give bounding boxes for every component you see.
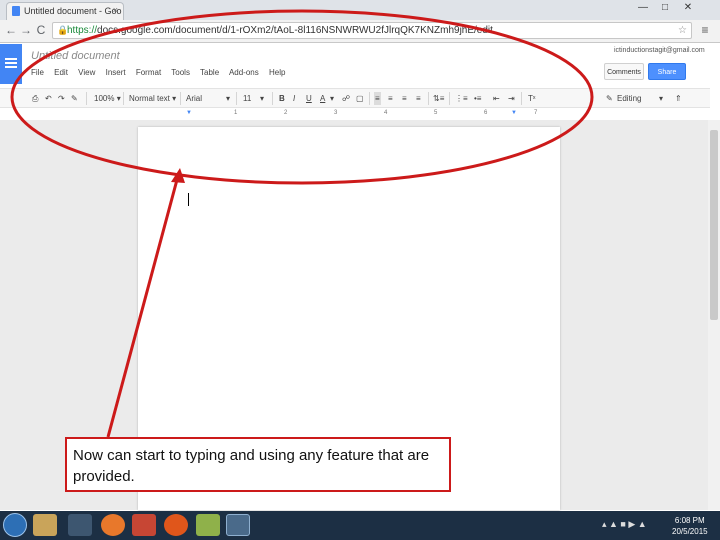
taskbar-clock[interactable]: 6:08 PM 20/5/2015 <box>672 515 708 537</box>
firefox-icon[interactable] <box>164 514 188 536</box>
clock-date: 20/5/2015 <box>672 527 708 536</box>
annotation-callout: Now can start to typing and using any fe… <box>65 437 451 492</box>
system-tray[interactable]: ▴ ▲ ■ ▶ ▲ <box>602 519 647 530</box>
notes-app-icon[interactable] <box>196 514 220 536</box>
media-player-icon[interactable] <box>101 514 125 536</box>
windows-taskbar: ▴ ▲ ■ ▶ ▲ 6:08 PM 20/5/2015 <box>0 511 720 540</box>
start-button[interactable] <box>3 513 27 537</box>
paint-app-icon[interactable] <box>68 514 92 536</box>
file-explorer-icon[interactable] <box>33 514 57 536</box>
chrome-taskbar-icon[interactable] <box>226 514 250 536</box>
clock-time: 6:08 PM <box>674 516 705 525</box>
pointer-arrow <box>106 175 180 438</box>
powerpoint-icon[interactable] <box>132 514 156 536</box>
highlight-ellipse <box>10 9 594 185</box>
